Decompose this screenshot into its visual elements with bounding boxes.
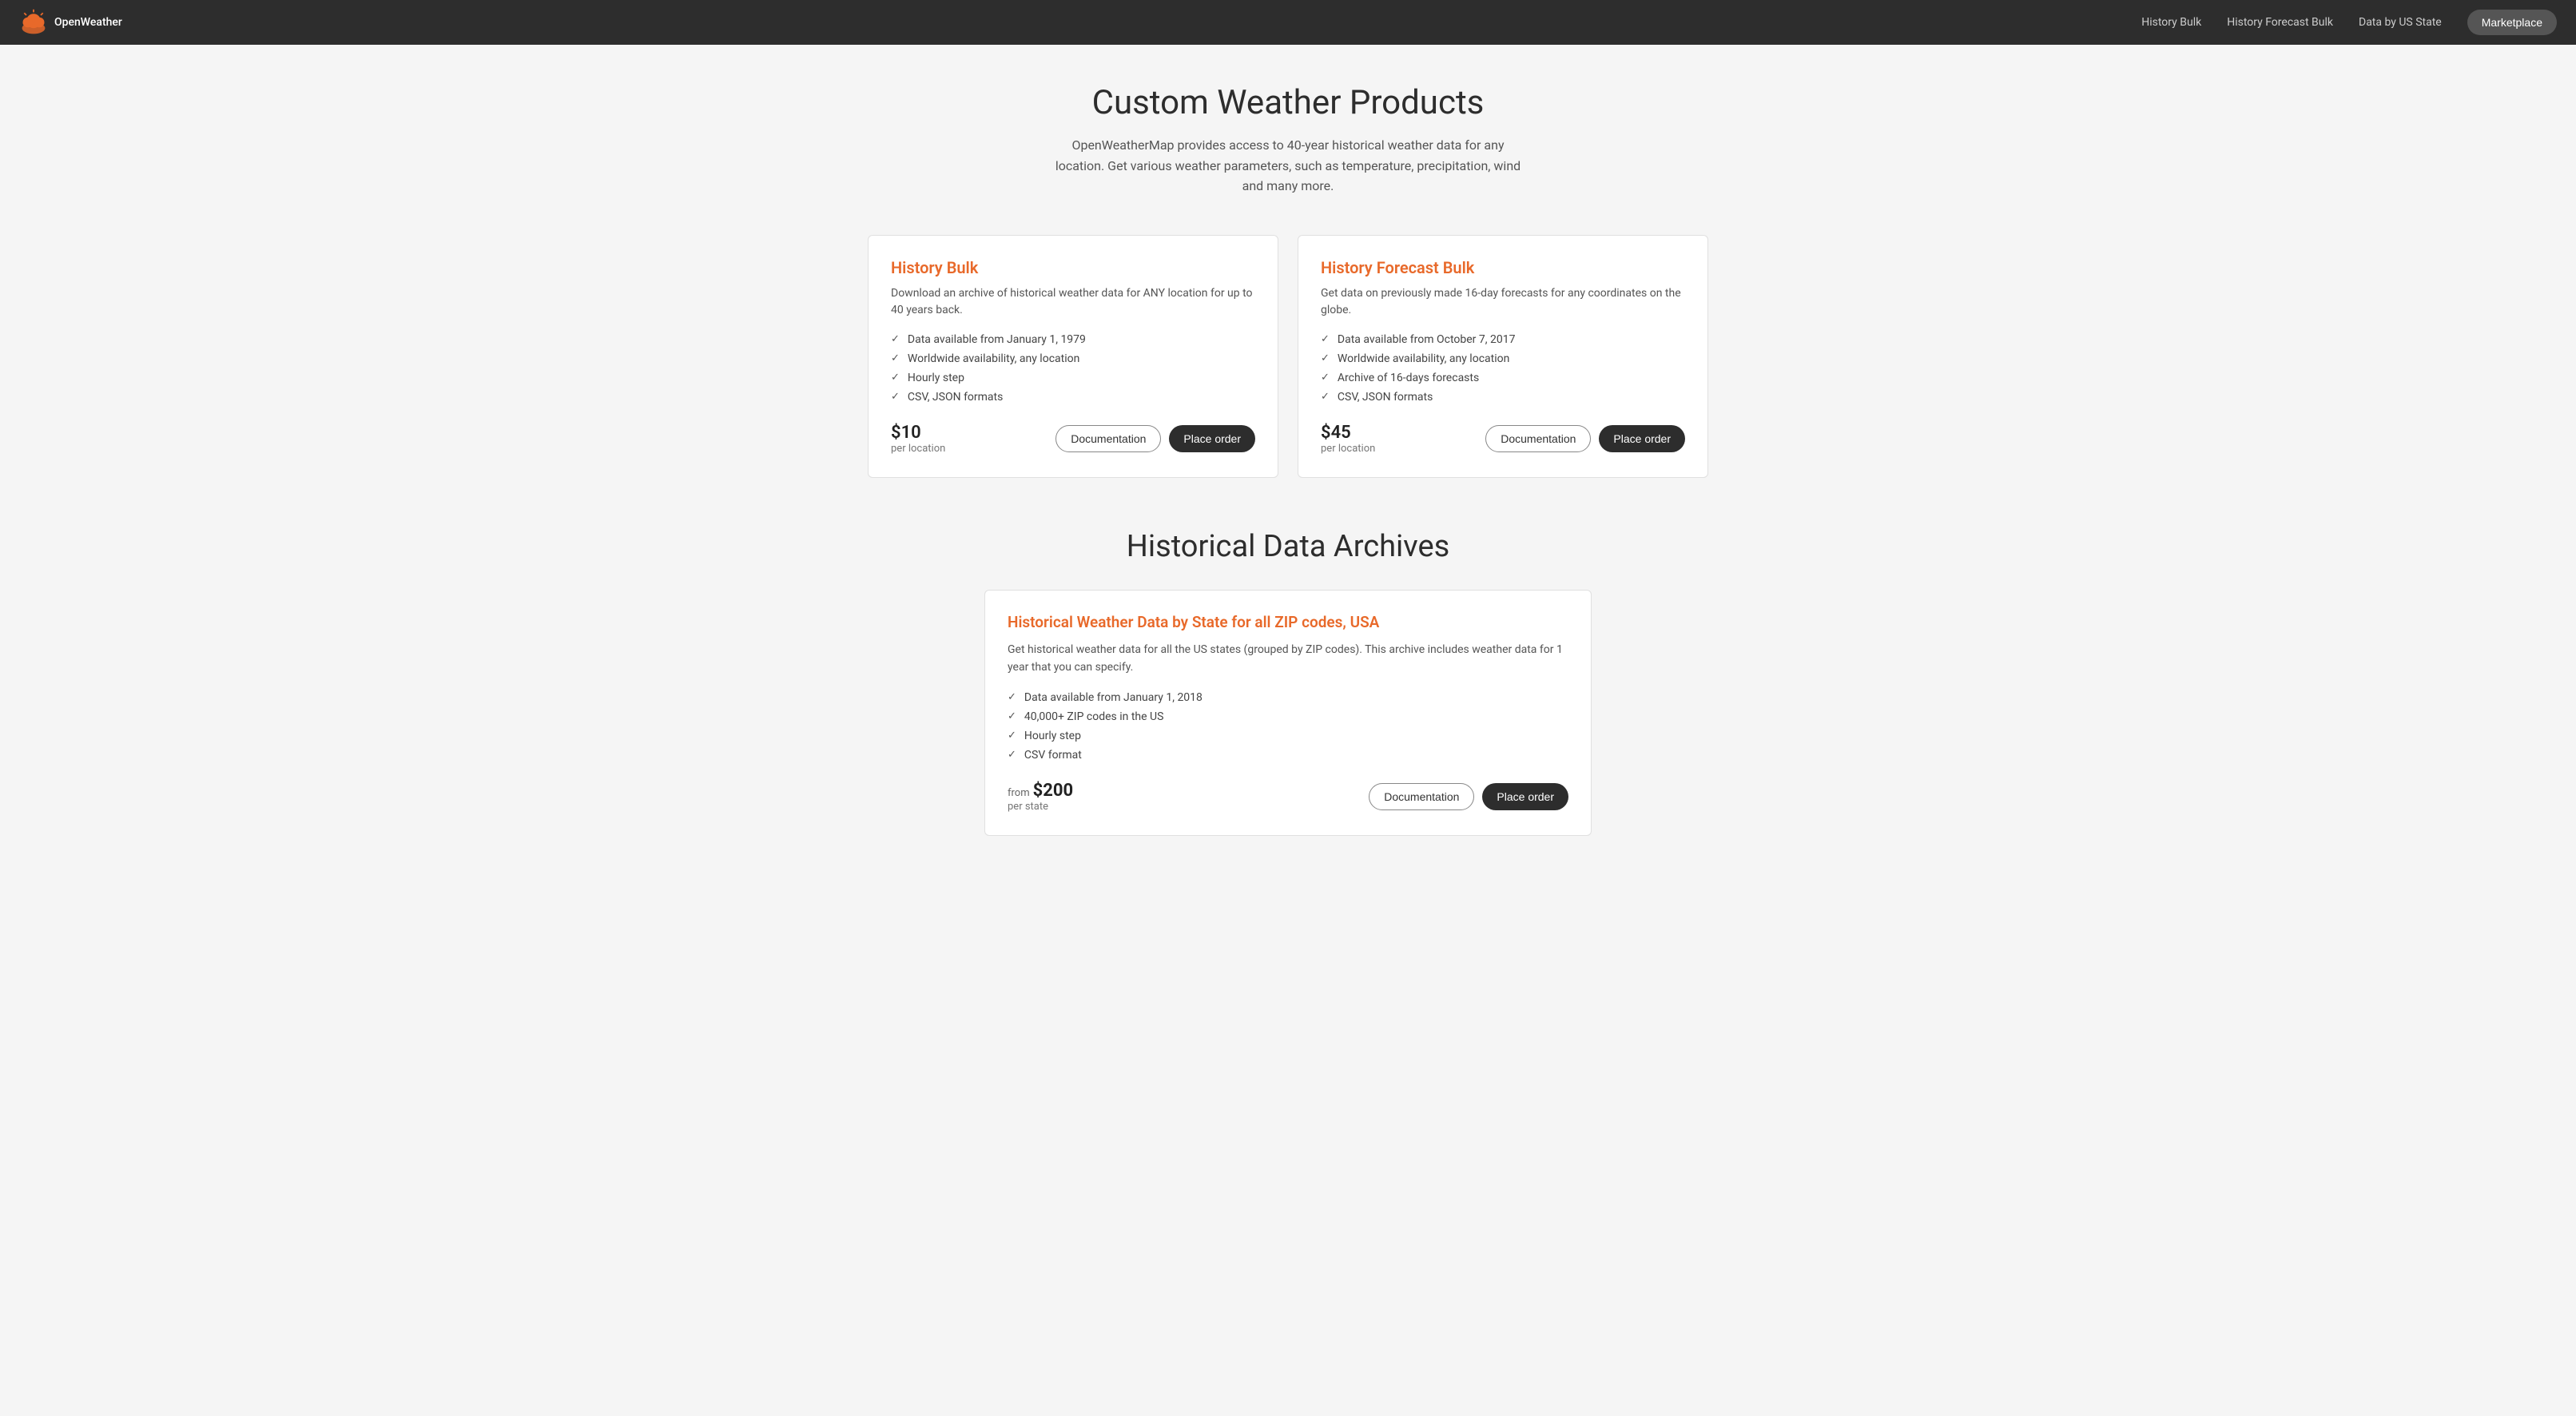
price-block: $10 per location: [891, 423, 945, 455]
archive-from-label: from: [1008, 787, 1030, 799]
archive-footer: from $200 per state Documentation Place …: [1008, 781, 1568, 813]
hero-subtitle: OpenWeatherMap provides access to 40-yea…: [1048, 135, 1528, 197]
documentation-button[interactable]: Documentation: [1485, 425, 1591, 452]
nav-link-data-by-us-state[interactable]: Data by US State: [2359, 16, 2442, 29]
feature-item: Worldwide availability, any location: [1321, 352, 1685, 365]
place-order-button[interactable]: Place order: [1169, 425, 1255, 452]
feature-item: Data available from January 1, 1979: [891, 333, 1255, 346]
feature-item: CSV, JSON formats: [1321, 391, 1685, 404]
price-amount: $10: [891, 423, 945, 443]
price-unit: per location: [891, 443, 945, 455]
archive-card-title: Historical Weather Data by State for all…: [1008, 613, 1568, 631]
product-card-history-forecast-bulk: History Forecast Bulk Get data on previo…: [1298, 235, 1708, 478]
product-footer-history-forecast-bulk: $45 per location Documentation Place ord…: [1321, 423, 1685, 455]
logo-text: OpenWeather: [54, 16, 122, 30]
navbar: OpenWeather History Bulk History Forecas…: [0, 0, 2576, 45]
archive-actions: Documentation Place order: [1369, 783, 1568, 810]
nav-link-history-forecast-bulk[interactable]: History Forecast Bulk: [2227, 16, 2333, 29]
archive-place-order-button[interactable]: Place order: [1482, 783, 1568, 810]
archive-price-top: from $200: [1008, 781, 1073, 801]
archive-card: Historical Weather Data by State for all…: [984, 590, 1592, 836]
nav-links: History Bulk History Forecast Bulk Data …: [2141, 10, 2557, 35]
feature-item: CSV, JSON formats: [891, 391, 1255, 404]
feature-item: Data available from January 1, 2018: [1008, 691, 1568, 704]
archive-documentation-button[interactable]: Documentation: [1369, 783, 1474, 810]
price-block: $45 per location: [1321, 423, 1375, 455]
price-amount: $45: [1321, 423, 1375, 443]
product-card-history-bulk: History Bulk Download an archive of hist…: [868, 235, 1278, 478]
marketplace-button[interactable]: Marketplace: [2467, 10, 2557, 35]
product-footer-history-bulk: $10 per location Documentation Place ord…: [891, 423, 1255, 455]
feature-item: Hourly step: [1008, 730, 1568, 742]
feature-item: 40,000+ ZIP codes in the US: [1008, 710, 1568, 723]
feature-item: Archive of 16-days forecasts: [1321, 372, 1685, 384]
main-content: Custom Weather Products OpenWeatherMap p…: [849, 45, 1727, 900]
documentation-button[interactable]: Documentation: [1055, 425, 1161, 452]
logo-link[interactable]: OpenWeather: [19, 8, 122, 37]
nav-link-history-bulk[interactable]: History Bulk: [2141, 16, 2201, 29]
hero-title: Custom Weather Products: [868, 83, 1708, 122]
feature-item: Hourly step: [891, 372, 1255, 384]
archive-amount: $200: [1033, 781, 1074, 801]
product-actions: Documentation Place order: [1055, 425, 1255, 452]
feature-list-history-bulk: Data available from January 1, 1979 Worl…: [891, 333, 1255, 404]
product-title-history-forecast-bulk: History Forecast Bulk: [1321, 258, 1685, 277]
place-order-button[interactable]: Place order: [1599, 425, 1685, 452]
feature-item: CSV format: [1008, 749, 1568, 762]
archive-feature-list: Data available from January 1, 2018 40,0…: [1008, 691, 1568, 762]
feature-item: Worldwide availability, any location: [891, 352, 1255, 365]
product-actions: Documentation Place order: [1485, 425, 1685, 452]
feature-list-history-forecast-bulk: Data available from October 7, 2017 Worl…: [1321, 333, 1685, 404]
product-title-history-bulk: History Bulk: [891, 258, 1255, 277]
price-unit: per location: [1321, 443, 1375, 455]
archive-price-block: from $200 per state: [1008, 781, 1073, 813]
product-desc-history-forecast-bulk: Get data on previously made 16-day forec…: [1321, 285, 1685, 319]
feature-item: Data available from October 7, 2017: [1321, 333, 1685, 346]
archives-title: Historical Data Archives: [868, 529, 1708, 564]
openweather-logo-icon: [19, 8, 48, 37]
hero-section: Custom Weather Products OpenWeatherMap p…: [868, 83, 1708, 197]
archives-section: Historical Data Archives Historical Weat…: [868, 529, 1708, 836]
product-desc-history-bulk: Download an archive of historical weathe…: [891, 285, 1255, 319]
products-grid: History Bulk Download an archive of hist…: [868, 235, 1708, 478]
archive-card-desc: Get historical weather data for all the …: [1008, 641, 1568, 677]
archive-unit: per state: [1008, 801, 1073, 813]
